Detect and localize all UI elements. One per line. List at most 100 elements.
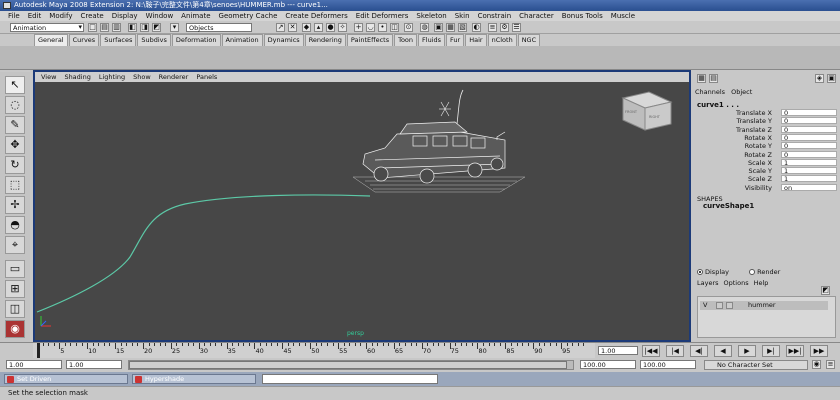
play-backward-icon[interactable]: ◀ <box>714 345 732 357</box>
menu-skin[interactable]: Skin <box>451 11 474 21</box>
render-view-icon[interactable]: ◉ <box>5 320 25 338</box>
menu-modify[interactable]: Modify <box>45 11 76 21</box>
character-set-dropdown[interactable]: No Character Set <box>704 360 808 370</box>
snap-grid-icon[interactable]: + <box>354 23 363 32</box>
view-cube[interactable]: FRONT RIGHT <box>621 91 673 131</box>
attribute-row[interactable]: Rotate Y 0 <box>693 142 838 150</box>
menu-create[interactable]: Create <box>76 11 107 21</box>
shelf-tab-surfaces[interactable]: Surfaces <box>100 34 137 46</box>
attribute-value-field[interactable]: 0 <box>781 117 837 125</box>
menu-set-dropdown[interactable]: Animation <box>10 23 84 32</box>
menu-edit[interactable]: Edit <box>24 11 46 21</box>
channel-box-menu-channels[interactable]: Channels <box>695 88 725 96</box>
open-scene-icon[interactable]: ▤ <box>100 23 109 32</box>
layer-menu-layers[interactable]: Layers <box>697 279 719 287</box>
two-view-layout-icon[interactable]: ◫ <box>5 300 25 318</box>
range-slider-handle[interactable] <box>129 361 567 369</box>
shelf-tab-hair[interactable]: Hair <box>465 34 487 46</box>
shelf-tab-ncloth[interactable]: nCloth <box>487 34 517 46</box>
layer-menu-help[interactable]: Help <box>754 279 769 287</box>
step-forward-key-icon[interactable]: ▶| <box>762 345 780 357</box>
shelf-tab-fur[interactable]: Fur <box>446 34 465 46</box>
attribute-row[interactable]: Rotate Z 0 <box>693 150 838 159</box>
shelf-tab-general[interactable]: General <box>34 34 68 46</box>
tool-settings-icon[interactable]: ▣ <box>827 74 836 83</box>
layer-visibility-toggle[interactable]: V <box>703 301 707 310</box>
menu-constrain[interactable]: Constrain <box>474 11 516 21</box>
menu-character[interactable]: Character <box>515 11 558 21</box>
viewport-menu-show[interactable]: Show <box>129 72 155 82</box>
layer-editor-toggle-icon[interactable]: ▤ <box>709 74 718 83</box>
range-slider-bar[interactable] <box>128 360 574 370</box>
taskbar-hypershade[interactable]: Hypershade <box>132 374 256 384</box>
attribute-row[interactable]: Visibility on <box>693 183 838 192</box>
selection-mask-icon[interactable]: ▾ <box>170 23 179 32</box>
select-curves-mask-icon[interactable]: ↗ <box>276 23 285 32</box>
auto-key-icon[interactable]: ◉ <box>812 360 821 369</box>
shelf-tab-dynamics[interactable]: Dynamics <box>263 34 304 46</box>
channel-box-menu-object[interactable]: Object <box>731 88 752 96</box>
viewport-menu-shading[interactable]: Shading <box>60 72 94 82</box>
attribute-value-field[interactable]: 0 <box>781 109 837 116</box>
layer-color-swatch[interactable] <box>726 302 733 309</box>
select-surfaces-mask-icon[interactable]: ◆ <box>302 23 311 32</box>
move-tool-icon[interactable]: ✥ <box>5 136 25 154</box>
time-slider[interactable]: 5 10 15 20 25 30 35 40 45 50 55 60 65 70 75 80 85 90 95 1.… <box>0 342 840 359</box>
show-channel-box-icon[interactable]: ☰ <box>512 23 521 32</box>
menu-animate[interactable]: Animate <box>177 11 214 21</box>
menu-skeleton[interactable]: Skeleton <box>412 11 450 21</box>
new-scene-icon[interactable]: □ <box>88 23 97 32</box>
shelf-tab-deformation[interactable]: Deformation <box>171 34 221 46</box>
four-view-layout-icon[interactable]: ⊞ <box>5 280 25 298</box>
attribute-value-field[interactable]: 1 <box>781 167 837 174</box>
attribute-row[interactable]: Translate Y 0 <box>693 117 838 125</box>
menu-muscle[interactable]: Muscle <box>607 11 639 21</box>
attribute-value-field[interactable]: 0 <box>781 125 837 133</box>
play-forward-icon[interactable]: ▶ <box>738 345 756 357</box>
snap-point-icon[interactable]: • <box>378 23 387 32</box>
shelf-tab-ngc[interactable]: NGC <box>517 34 541 46</box>
shelf-tab-rendering[interactable]: Rendering <box>304 34 346 46</box>
scale-tool-icon[interactable]: ⬚ <box>5 176 25 194</box>
viewport-menu-view[interactable]: View <box>37 72 60 82</box>
menu-bonus-tools[interactable]: Bonus Tools <box>558 11 607 21</box>
attribute-row[interactable]: Translate Z 0 <box>693 125 838 134</box>
show-tool-settings-icon[interactable]: ⚙ <box>500 23 509 32</box>
menu-window[interactable]: Window <box>142 11 178 21</box>
channel-box-toggle-icon[interactable]: ▦ <box>697 74 706 83</box>
viewport-menu-renderer[interactable]: Renderer <box>155 72 193 82</box>
attribute-row[interactable]: Scale Y 1 <box>693 167 838 175</box>
menu-file[interactable]: File <box>4 11 24 21</box>
layer-row-hummer[interactable]: V hummer <box>700 301 828 310</box>
taskbar-set-driven[interactable]: Set Driven <box>4 374 128 384</box>
command-line-input[interactable] <box>262 374 438 384</box>
shelf-tab-fluids[interactable]: Fluids <box>418 34 446 46</box>
shape-node-name[interactable]: curveShape1 <box>703 202 754 210</box>
universal-manipulator-icon[interactable]: ✢ <box>5 196 25 214</box>
input-line-icon[interactable]: ◐ <box>472 23 481 32</box>
snap-view-plane-icon[interactable]: ◫ <box>390 23 399 32</box>
viewport-menu-panels[interactable]: Panels <box>192 72 221 82</box>
menu-edit-deformers[interactable]: Edit Deformers <box>352 11 413 21</box>
playback-end-field[interactable]: 100.00 <box>580 360 636 369</box>
attribute-value-field[interactable]: on <box>781 183 837 191</box>
viewport-menu-lighting[interactable]: Lighting <box>95 72 129 82</box>
select-hierarchy-icon[interactable]: ◧ <box>128 23 137 32</box>
attribute-value-field[interactable]: 1 <box>781 175 837 183</box>
select-joints-mask-icon[interactable]: ✕ <box>288 23 297 32</box>
menu-geometry-cache[interactable]: Geometry Cache <box>215 11 282 21</box>
attribute-row[interactable]: Scale Z 1 <box>693 175 838 183</box>
soft-modification-icon[interactable]: ◓ <box>5 216 25 234</box>
select-component-icon[interactable]: ◩ <box>152 23 161 32</box>
step-forward-frame-icon[interactable]: ▶▶| <box>786 345 804 357</box>
attribute-value-field[interactable]: 0 <box>781 142 837 149</box>
time-slider-track[interactable]: 5 10 15 20 25 30 35 40 45 50 55 60 65 70 75 80 85 90 95 <box>33 343 595 359</box>
attribute-value-field[interactable]: 0 <box>781 133 837 141</box>
current-time-marker[interactable] <box>37 343 40 359</box>
viewport-canvas[interactable]: FRONT RIGHT persp <box>35 82 689 340</box>
select-tool-icon[interactable]: ↖ <box>5 76 25 94</box>
shelf-tab-curves[interactable]: Curves <box>68 34 100 46</box>
go-to-end-icon[interactable]: ▶▶ <box>810 345 828 357</box>
save-scene-icon[interactable]: ▥ <box>112 23 121 32</box>
history-icon[interactable]: ◍ <box>420 23 429 32</box>
